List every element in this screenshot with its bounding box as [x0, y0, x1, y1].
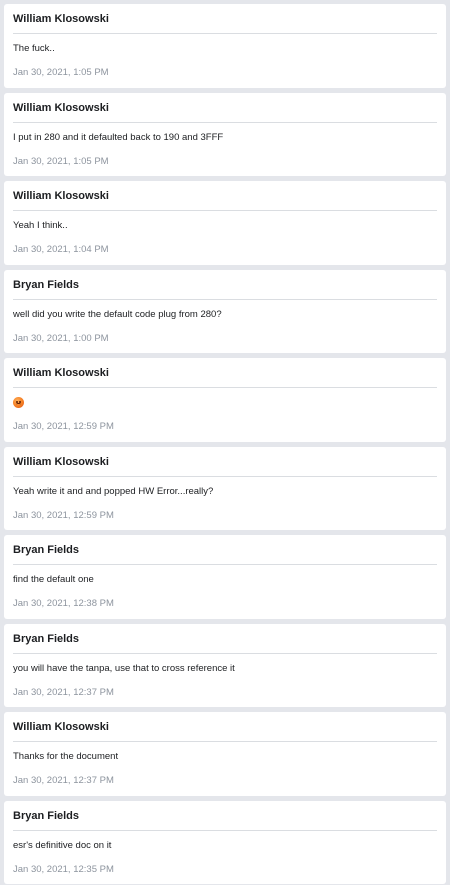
message-timestamp[interactable]: Jan 30, 2021, 12:59 PM — [13, 509, 114, 522]
message-text: I put in 280 and it defaulted back to 19… — [13, 131, 224, 143]
message-author[interactable]: William Klosowski — [13, 12, 437, 26]
message-text: find the default one — [13, 574, 94, 585]
angry-face-icon — [13, 397, 24, 408]
message-author[interactable]: William Klosowski — [13, 101, 437, 115]
message-author[interactable]: Bryan Fields — [13, 543, 437, 557]
message-text: The fuck.. — [13, 43, 55, 54]
message-timestamp[interactable]: Jan 30, 2021, 12:59 PM — [13, 420, 114, 433]
divider — [13, 652, 437, 654]
message-card[interactable]: William Klosowski Thanks for the documen… — [4, 712, 446, 796]
message-text: well did you write the default code plug… — [13, 308, 222, 320]
message-author[interactable]: William Klosowski — [13, 455, 437, 469]
message-text: Yeah I think.. — [13, 220, 68, 231]
message-text — [13, 396, 437, 411]
message-timestamp[interactable]: Jan 30, 2021, 12:37 PM — [13, 774, 114, 787]
divider — [13, 33, 437, 34]
message-text: Yeah write it and and popped HW Error...… — [13, 485, 214, 497]
message-author[interactable]: Bryan Fields — [13, 809, 437, 823]
message-text: you will have the tanpa, use that to cro… — [13, 662, 235, 674]
message-feed: William Klosowski The fuck.. Jan 30, 202… — [0, 0, 450, 885]
message-author[interactable]: Bryan Fields — [13, 278, 437, 292]
message-author[interactable]: Bryan Fields — [13, 632, 437, 646]
message-card[interactable]: Bryan Fields well did you write the defa… — [4, 269, 446, 353]
message-author[interactable]: William Klosowski — [13, 366, 437, 380]
message-timestamp[interactable]: Jan 30, 2021, 12:38 PM — [13, 597, 114, 610]
message-text: esr's definitive doc on it — [13, 839, 112, 851]
message-timestamp[interactable]: Jan 30, 2021, 1:04 PM — [13, 243, 109, 256]
message-card[interactable]: William Klosowski Yeah I think.. Jan 30,… — [4, 181, 446, 265]
divider — [13, 387, 437, 388]
message-card[interactable]: William Klosowski The fuck.. Jan 30, 202… — [4, 4, 446, 88]
divider — [13, 210, 437, 211]
divider — [13, 475, 437, 477]
divider — [13, 741, 437, 742]
message-timestamp[interactable]: Jan 30, 2021, 12:35 PM — [13, 863, 114, 876]
message-author[interactable]: William Klosowski — [13, 720, 437, 734]
message-card[interactable]: Bryan Fields you will have the tanpa, us… — [4, 623, 446, 707]
divider — [13, 829, 437, 831]
message-card[interactable]: Bryan Fields esr's definitive doc on it … — [4, 800, 446, 884]
message-card[interactable]: William Klosowski Jan 30, 2021, 12:59 PM — [4, 358, 446, 442]
divider — [13, 298, 437, 300]
message-timestamp[interactable]: Jan 30, 2021, 1:05 PM — [13, 155, 109, 168]
message-timestamp[interactable]: Jan 30, 2021, 1:00 PM — [13, 332, 109, 345]
message-text: Thanks for the document — [13, 751, 119, 762]
message-card[interactable]: William Klosowski Yeah write it and and … — [4, 446, 446, 530]
message-card[interactable]: Bryan Fields find the default one Jan 30… — [4, 535, 446, 619]
message-timestamp[interactable]: Jan 30, 2021, 1:05 PM — [13, 66, 109, 79]
message-timestamp[interactable]: Jan 30, 2021, 12:37 PM — [13, 686, 114, 699]
divider — [13, 564, 437, 565]
divider — [13, 121, 437, 123]
message-card[interactable]: William Klosowski I put in 280 and it de… — [4, 92, 446, 176]
message-author[interactable]: William Klosowski — [13, 189, 437, 203]
